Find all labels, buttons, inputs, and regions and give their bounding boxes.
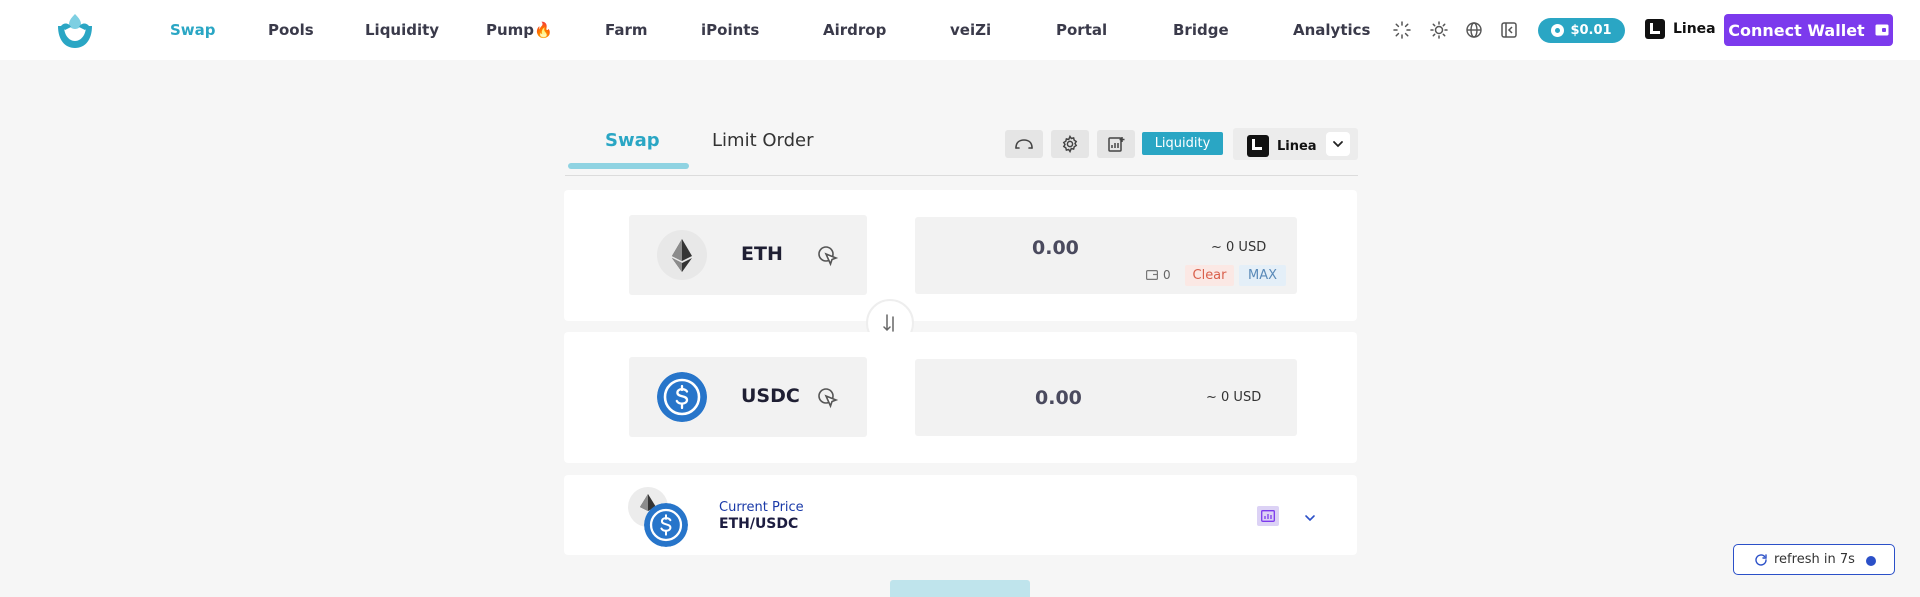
usdc-token-icon bbox=[644, 503, 688, 547]
chart-add-icon bbox=[1108, 137, 1125, 152]
nav-ipoints[interactable]: iPoints bbox=[701, 20, 759, 40]
swap-submit-button[interactable] bbox=[890, 580, 1030, 597]
chain-dropdown[interactable]: Linea bbox=[1233, 128, 1358, 160]
nav-analytics[interactable]: Analytics bbox=[1293, 20, 1370, 40]
nav-pump[interactable]: Pump🔥 bbox=[486, 20, 553, 40]
globe-icon[interactable] bbox=[1464, 20, 1484, 40]
refresh-status-dot bbox=[1866, 556, 1876, 566]
linea-logo-icon bbox=[1645, 19, 1665, 39]
clear-button[interactable]: Clear bbox=[1185, 265, 1234, 286]
usdc-token-icon bbox=[657, 372, 707, 422]
price-pair-label: ETH/USDC bbox=[719, 516, 799, 532]
wallet-icon bbox=[1146, 270, 1158, 280]
liquidity-button[interactable]: Liquidity bbox=[1142, 132, 1223, 155]
from-balance-value: 0 bbox=[1163, 268, 1171, 282]
current-price-label: Current Price bbox=[719, 500, 804, 515]
slippage-button[interactable] bbox=[1005, 130, 1043, 158]
chain-dropdown-label: Linea bbox=[1277, 138, 1317, 154]
pointer-click-icon bbox=[818, 246, 839, 267]
refresh-icon bbox=[1755, 553, 1767, 566]
add-chart-button[interactable] bbox=[1097, 130, 1135, 158]
nav-farm[interactable]: Farm bbox=[605, 20, 648, 40]
nav-veizi[interactable]: veiZi bbox=[950, 20, 991, 40]
token-price-value: $0.01 bbox=[1570, 23, 1612, 38]
from-token-selector[interactable]: ETH bbox=[629, 215, 867, 295]
sun-icon[interactable] bbox=[1429, 20, 1449, 40]
from-amount-input[interactable]: 0.00 bbox=[1032, 237, 1079, 259]
max-button[interactable]: MAX bbox=[1239, 265, 1286, 286]
settings-button[interactable] bbox=[1051, 130, 1089, 158]
sidebar-collapse-icon[interactable] bbox=[1499, 20, 1519, 40]
to-token-symbol: USDC bbox=[741, 385, 800, 407]
from-amount-box[interactable]: 0.00 ~ 0 USD 0 Clear MAX bbox=[915, 217, 1297, 294]
connect-wallet-label: Connect Wallet bbox=[1728, 20, 1865, 40]
chart-toggle-button[interactable] bbox=[1257, 506, 1279, 526]
nav-bridge[interactable]: Bridge bbox=[1173, 20, 1229, 40]
from-token-symbol: ETH bbox=[741, 243, 783, 265]
to-token-selector[interactable]: USDC bbox=[629, 357, 867, 437]
token-price-badge[interactable]: $0.01 bbox=[1538, 18, 1625, 43]
to-usd-value: ~ 0 USD bbox=[1206, 390, 1262, 405]
current-price-card: Current Price ETH/USDC bbox=[564, 475, 1357, 555]
top-header: Swap Pools Liquidity Pump🔥 Farm iPoints … bbox=[0, 0, 1920, 60]
tab-limit-order[interactable]: Limit Order bbox=[712, 129, 814, 153]
swap-arrows-icon bbox=[883, 314, 894, 332]
nav-pump-label: Pump bbox=[486, 21, 535, 39]
pointer-click-icon bbox=[818, 388, 839, 409]
nav-swap[interactable]: Swap bbox=[170, 20, 216, 40]
nav-liquidity[interactable]: Liquidity bbox=[365, 20, 439, 40]
nav-portal[interactable]: Portal bbox=[1056, 20, 1107, 40]
header-chain-selector[interactable]: Linea bbox=[1645, 19, 1716, 39]
nav-airdrop[interactable]: Airdrop bbox=[823, 20, 886, 40]
chevron-down-icon bbox=[1305, 515, 1315, 522]
swap-from-card: ETH 0.00 ~ 0 USD 0 Clear MAX bbox=[564, 190, 1357, 321]
gauge-icon bbox=[1015, 139, 1033, 149]
tab-swap[interactable]: Swap bbox=[605, 129, 660, 153]
nav-pools[interactable]: Pools bbox=[268, 20, 314, 40]
chevron-down-icon bbox=[1326, 132, 1350, 156]
to-amount-input[interactable]: 0.00 bbox=[1035, 387, 1082, 409]
gear-icon bbox=[1062, 135, 1078, 153]
refresh-label: refresh in 7s bbox=[1774, 552, 1855, 567]
izi-token-icon bbox=[1551, 24, 1565, 37]
linea-logo-icon bbox=[1247, 135, 1269, 157]
connect-wallet-button[interactable]: Connect Wallet bbox=[1724, 14, 1893, 46]
eth-token-icon bbox=[657, 230, 707, 280]
active-tab-indicator bbox=[568, 163, 689, 169]
from-balance: 0 bbox=[1146, 268, 1171, 282]
chart-icon bbox=[1261, 510, 1275, 522]
wallet-icon bbox=[1875, 24, 1889, 36]
refresh-indicator[interactable]: refresh in 7s bbox=[1733, 544, 1895, 575]
izumi-logo[interactable] bbox=[56, 12, 94, 50]
swap-to-card: USDC 0.00 ~ 0 USD bbox=[564, 332, 1357, 463]
to-amount-box[interactable]: 0.00 ~ 0 USD bbox=[915, 359, 1297, 436]
expand-price-button[interactable] bbox=[1304, 508, 1316, 527]
loading-spinner-icon[interactable] bbox=[1392, 20, 1412, 40]
from-usd-value: ~ 0 USD bbox=[1211, 240, 1267, 255]
header-chain-label: Linea bbox=[1673, 21, 1716, 37]
tabs-divider bbox=[565, 175, 1358, 176]
flame-icon: 🔥 bbox=[534, 21, 553, 39]
